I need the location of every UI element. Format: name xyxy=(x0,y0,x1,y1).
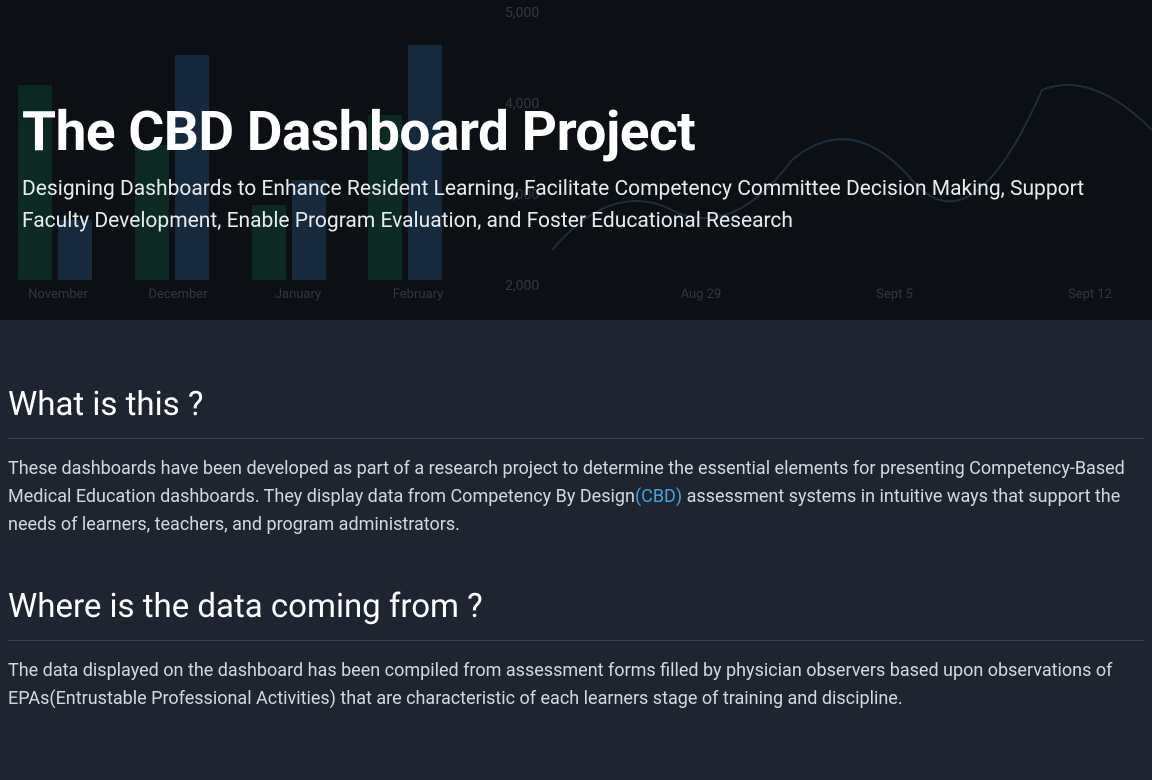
page-title: The CBD Dashboard Project xyxy=(22,100,1130,164)
where-data-heading: Where is the data coming from ? xyxy=(8,587,1144,641)
date-label: Aug 29 xyxy=(681,287,722,302)
date-label: Sept 12 xyxy=(1068,287,1112,302)
month-label: February xyxy=(378,287,458,302)
hero-section: November December January February 5,000… xyxy=(0,0,1152,320)
content-section: What is this ? These dashboards have bee… xyxy=(0,320,1152,780)
date-axis-labels: Aug 29 Sept 5 Sept 12 xyxy=(681,287,1112,302)
y-tick: 5,000 xyxy=(505,5,539,21)
month-label: January xyxy=(258,287,338,302)
y-tick: 2,000 xyxy=(505,278,539,294)
what-is-this-heading: What is this ? xyxy=(8,385,1144,439)
date-label: Sept 5 xyxy=(876,287,913,302)
where-data-text: The data displayed on the dashboard has … xyxy=(8,657,1144,713)
cbd-link[interactable]: (CBD) xyxy=(635,486,682,507)
month-label: November xyxy=(18,287,98,302)
hero-content: The CBD Dashboard Project Designing Dash… xyxy=(22,20,1130,237)
page-subtitle: Designing Dashboards to Enhance Resident… xyxy=(22,174,1122,237)
month-label: December xyxy=(138,287,218,302)
month-axis-labels: November December January February xyxy=(18,287,458,302)
what-is-this-text: These dashboards have been developed as … xyxy=(8,455,1144,539)
